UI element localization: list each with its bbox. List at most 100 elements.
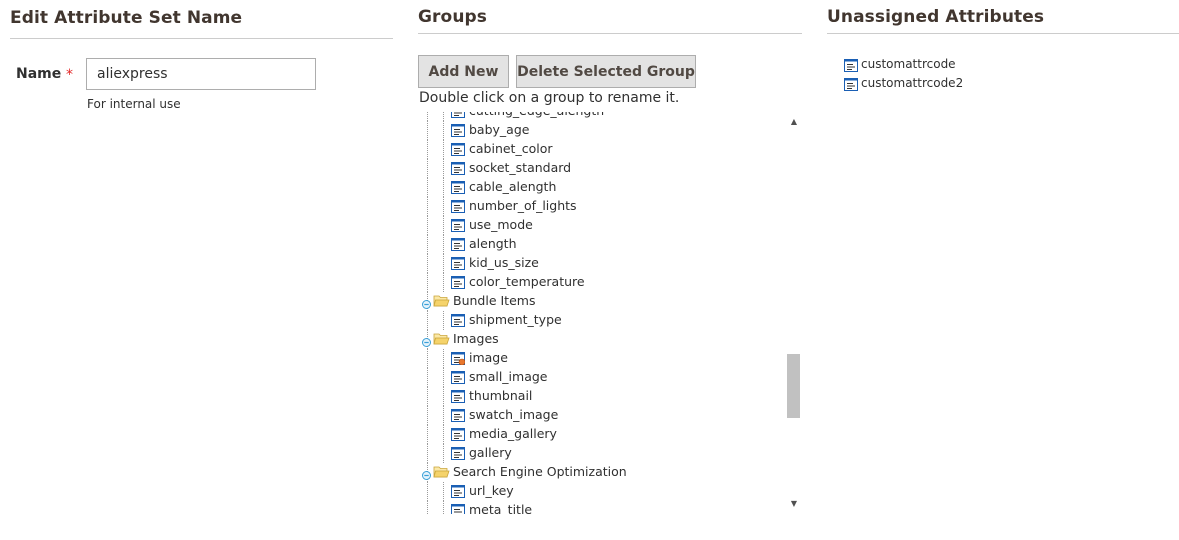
- groups-tree[interactable]: cutting_edge_alength baby_age cabinet_colo…: [418, 112, 802, 514]
- system-attribute-icon: [451, 352, 466, 366]
- tree-attribute-item[interactable]: socket_standard: [418, 159, 784, 178]
- tree-attribute-item[interactable]: shipment_type: [418, 311, 784, 330]
- tree-connector: [443, 254, 444, 273]
- folder-open-icon: [433, 332, 450, 346]
- tree-connector: [427, 406, 428, 425]
- tree-connector: [427, 444, 428, 463]
- tree-attribute-item[interactable]: meta_title: [418, 501, 784, 514]
- tree-attribute-item[interactable]: image: [418, 349, 784, 368]
- name-field-note: For internal use: [87, 97, 181, 111]
- tree-attribute-label: image: [469, 350, 508, 365]
- attribute-icon: [451, 371, 465, 384]
- tree-attribute-label: baby_age: [469, 122, 530, 137]
- tree-attribute-label: small_image: [469, 369, 548, 384]
- edit-section-divider: [10, 38, 393, 39]
- tree-attribute-label: shipment_type: [469, 312, 562, 327]
- attribute-icon: [451, 314, 465, 327]
- tree-attribute-label: thumbnail: [469, 388, 533, 403]
- tree-connector: [443, 178, 444, 197]
- edit-attribute-set-panel: Edit Attribute Set Name Name * For inter…: [10, 0, 393, 540]
- tree-connector: [427, 235, 428, 254]
- unassigned-section-divider: [827, 33, 1179, 34]
- tree-attribute-item[interactable]: alength: [418, 235, 784, 254]
- tree-attribute-label: url_key: [469, 483, 514, 498]
- attribute-icon: [844, 78, 858, 91]
- collapse-toggle-icon[interactable]: [422, 335, 431, 347]
- edit-section-title: Edit Attribute Set Name: [10, 8, 243, 28]
- scroll-down-arrow-icon[interactable]: ▼: [786, 496, 802, 512]
- groups-tree-content: cutting_edge_alength baby_age cabinet_colo…: [418, 112, 784, 514]
- tree-group-item[interactable]: Bundle Items: [418, 292, 784, 311]
- attribute-icon: [451, 276, 465, 289]
- tree-connector: [427, 425, 428, 444]
- groups-section-title: Groups: [418, 7, 488, 27]
- tree-group-label: Search Engine Optimization: [453, 464, 627, 479]
- tree-attribute-item[interactable]: use_mode: [418, 216, 784, 235]
- tree-connector: [427, 501, 428, 514]
- unassigned-attributes-panel: Unassigned Attributes customattrcode cust…: [827, 0, 1179, 540]
- scroll-up-arrow-icon[interactable]: ▲: [786, 114, 802, 130]
- tree-attribute-item[interactable]: thumbnail: [418, 387, 784, 406]
- collapse-toggle-icon[interactable]: [422, 297, 431, 309]
- tree-scrollbar[interactable]: ▲ ▼: [786, 112, 802, 514]
- tree-connector: [443, 216, 444, 235]
- attribute-icon: [451, 390, 465, 403]
- tree-connector: [443, 387, 444, 406]
- tree-group-item[interactable]: Search Engine Optimization: [418, 463, 784, 482]
- tree-connector: [427, 197, 428, 216]
- scroll-thumb[interactable]: [787, 354, 800, 418]
- tree-group-item[interactable]: Images: [418, 330, 784, 349]
- tree-attribute-item[interactable]: gallery: [418, 444, 784, 463]
- attribute-icon: [451, 112, 465, 118]
- tree-attribute-item[interactable]: media_gallery: [418, 425, 784, 444]
- delete-selected-group-button[interactable]: Delete Selected Group: [516, 55, 696, 88]
- tree-attribute-item[interactable]: color_temperature: [418, 273, 784, 292]
- attribute-icon: [451, 124, 465, 137]
- tree-attribute-item[interactable]: swatch_image: [418, 406, 784, 425]
- tree-attribute-label: number_of_lights: [469, 198, 577, 213]
- collapse-toggle-icon[interactable]: [422, 468, 431, 480]
- tree-attribute-label: kid_us_size: [469, 255, 539, 270]
- tree-connector: [443, 425, 444, 444]
- attribute-icon: [451, 409, 465, 422]
- folder-open-icon: [433, 294, 450, 308]
- tree-connector: [427, 140, 428, 159]
- tree-attribute-label: meta_title: [469, 502, 533, 514]
- tree-attribute-label: socket_standard: [469, 160, 572, 175]
- tree-attribute-label: cutting_edge_alength: [469, 112, 604, 118]
- tree-connector: [427, 349, 428, 368]
- attribute-icon: [451, 485, 465, 498]
- name-label: Name: [16, 66, 62, 82]
- tree-attribute-item[interactable]: kid_us_size: [418, 254, 784, 273]
- tree-attribute-item[interactable]: url_key: [418, 482, 784, 501]
- tree-connector: [443, 112, 444, 121]
- tree-attribute-label: cable_alength: [469, 179, 557, 194]
- groups-section-divider: [418, 33, 802, 34]
- folder-open-icon: [433, 465, 450, 479]
- tree-connector: [427, 368, 428, 387]
- required-marker: *: [66, 67, 73, 83]
- add-new-group-button[interactable]: Add New: [418, 55, 509, 88]
- name-field-row: Name *: [10, 58, 393, 92]
- tree-connector: [427, 482, 428, 501]
- rename-hint: Double click on a group to rename it.: [419, 90, 680, 106]
- tree-connector: [443, 235, 444, 254]
- tree-connector: [443, 349, 444, 368]
- name-input[interactable]: [86, 58, 316, 90]
- tree-attribute-label: gallery: [469, 445, 512, 460]
- tree-attribute-item[interactable]: cutting_edge_alength: [418, 112, 784, 121]
- tree-group-label: Bundle Items: [453, 293, 536, 308]
- tree-connector: [427, 311, 428, 330]
- tree-attribute-label: use_mode: [469, 217, 533, 232]
- tree-attribute-item[interactable]: baby_age: [418, 121, 784, 140]
- tree-attribute-item[interactable]: cabinet_color: [418, 140, 784, 159]
- tree-attribute-item[interactable]: cable_alength: [418, 178, 784, 197]
- tree-connector: [443, 159, 444, 178]
- tree-attribute-label: color_temperature: [469, 274, 585, 289]
- attribute-icon: [451, 162, 465, 175]
- tree-connector: [443, 140, 444, 159]
- tree-attribute-item[interactable]: small_image: [418, 368, 784, 387]
- attribute-icon: [451, 200, 465, 213]
- tree-connector: [443, 197, 444, 216]
- tree-attribute-item[interactable]: number_of_lights: [418, 197, 784, 216]
